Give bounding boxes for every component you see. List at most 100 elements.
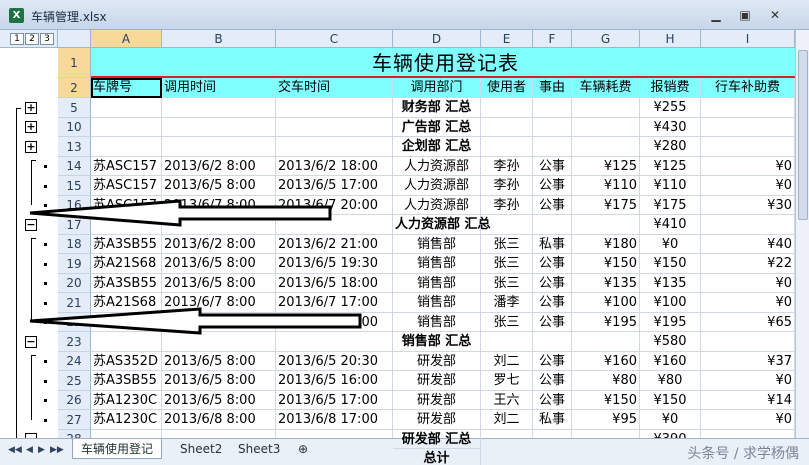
data-cell-F[interactable]: 公事 bbox=[533, 352, 572, 371]
close-button[interactable]: ✕ bbox=[763, 6, 787, 24]
data-cell-A[interactable]: 苏A21S68 bbox=[91, 293, 162, 313]
data-cell-A[interactable]: 苏A1230C bbox=[91, 410, 162, 430]
header-cell-D[interactable]: 调用部门 bbox=[393, 78, 481, 98]
header-cell-H[interactable]: 报销费 bbox=[640, 78, 701, 98]
data-cell-E[interactable]: 王六 bbox=[481, 391, 533, 410]
row-header[interactable]: 13 bbox=[58, 137, 91, 157]
subtotal-cell-B[interactable] bbox=[162, 215, 276, 235]
data-cell-D[interactable]: 销售部 bbox=[393, 293, 481, 313]
sheet-title-cell[interactable]: 车辆使用登记表 bbox=[91, 48, 800, 78]
data-cell-H[interactable]: ¥100 bbox=[640, 293, 701, 313]
row-header[interactable]: 5 bbox=[58, 98, 91, 118]
data-cell-C[interactable]: 2013/6/5 19:30 bbox=[276, 254, 393, 274]
header-cell-G[interactable]: 车辆耗费 bbox=[572, 78, 640, 98]
data-cell-B[interactable]: 2013/6/5 8:00 bbox=[162, 176, 276, 196]
subtotal-cell-D[interactable]: 财务部 汇总 bbox=[393, 98, 481, 118]
data-cell-F[interactable]: 公事 bbox=[533, 157, 572, 176]
data-cell-E[interactable]: 刘二 bbox=[481, 352, 533, 371]
data-cell-A[interactable]: 苏A21S68 bbox=[91, 254, 162, 274]
data-cell-F[interactable]: 公事 bbox=[533, 274, 572, 293]
data-cell-C[interactable]: 2013/6/8 17:00 bbox=[276, 410, 393, 430]
data-cell-B[interactable]: 2013/6/5 8:00 bbox=[162, 254, 276, 274]
data-cell-E[interactable]: 张三 bbox=[481, 274, 533, 293]
data-cell-G[interactable]: ¥180 bbox=[572, 235, 640, 254]
data-cell-H[interactable]: ¥125 bbox=[640, 157, 701, 176]
sheet-tab-1[interactable]: 车辆使用登记 bbox=[72, 439, 163, 459]
data-cell-A[interactable]: 苏ASC157 bbox=[91, 176, 162, 196]
data-cell-G[interactable]: ¥135 bbox=[572, 274, 640, 293]
data-cell-D[interactable]: 人力资源部 bbox=[393, 176, 481, 196]
subtotal-cell-D[interactable]: 研发部 汇总 bbox=[393, 430, 481, 449]
column-header-C[interactable]: C bbox=[276, 30, 393, 48]
data-cell-H[interactable]: ¥175 bbox=[640, 196, 701, 215]
data-cell-H[interactable]: ¥150 bbox=[640, 391, 701, 410]
subtotal-cell-I[interactable] bbox=[701, 118, 795, 137]
data-cell-C[interactable]: 2013/6/7 20:00 bbox=[276, 196, 393, 215]
subtotal-cell-E[interactable] bbox=[481, 98, 533, 118]
data-cell-F[interactable]: 公事 bbox=[533, 371, 572, 391]
subtotal-cell-E[interactable] bbox=[481, 332, 533, 352]
outline-level-3-button[interactable]: 3 bbox=[40, 33, 54, 45]
row-header[interactable]: 25 bbox=[58, 371, 91, 391]
data-cell-I[interactable]: ¥0 bbox=[701, 410, 795, 430]
sheet-tab-2[interactable]: Sheet2 bbox=[172, 439, 230, 459]
data-cell-A[interactable]: 苏A3SB55 bbox=[91, 371, 162, 391]
data-cell-H[interactable]: ¥195 bbox=[640, 313, 701, 332]
data-cell-C[interactable]: 2013/6/5 17:00 bbox=[276, 391, 393, 410]
expand-group-button[interactable]: + bbox=[25, 141, 37, 153]
data-cell-D[interactable]: 研发部 bbox=[393, 352, 481, 371]
column-header-B[interactable]: B bbox=[162, 30, 276, 48]
subtotal-cell-I[interactable] bbox=[701, 215, 795, 235]
data-cell-A[interactable]: 苏A3SB55 bbox=[91, 274, 162, 293]
data-cell-A[interactable]: 苏A3SB55 bbox=[91, 235, 162, 254]
data-cell-D[interactable]: 销售部 bbox=[393, 274, 481, 293]
data-cell-D[interactable]: 销售部 bbox=[393, 313, 481, 332]
data-cell-E[interactable]: 刘二 bbox=[481, 410, 533, 430]
data-cell-G[interactable]: ¥175 bbox=[572, 196, 640, 215]
data-cell-D[interactable]: 研发部 bbox=[393, 371, 481, 391]
subtotal-cell-F[interactable] bbox=[533, 98, 572, 118]
data-cell-E[interactable]: 李孙 bbox=[481, 196, 533, 215]
data-cell-E[interactable]: 张三 bbox=[481, 235, 533, 254]
subtotal-cell-C[interactable] bbox=[276, 98, 393, 118]
data-cell-B[interactable]: 2013/6/8 8:00 bbox=[162, 410, 276, 430]
column-header-E[interactable]: E bbox=[481, 30, 533, 48]
data-cell-H[interactable]: ¥80 bbox=[640, 371, 701, 391]
subtotal-cell-H[interactable]: ¥255 bbox=[640, 98, 701, 118]
subtotal-cell-F[interactable] bbox=[533, 137, 572, 157]
outline-level-2-button[interactable]: 2 bbox=[25, 33, 39, 45]
select-all-corner[interactable] bbox=[58, 30, 91, 48]
last-sheet-nav-icon[interactable]: ▶▶ bbox=[50, 445, 64, 455]
header-cell-B[interactable]: 调用时间 bbox=[162, 78, 276, 98]
data-cell-C[interactable]: 2013/6/5 20:30 bbox=[276, 352, 393, 371]
subtotal-cell-B[interactable] bbox=[162, 98, 276, 118]
data-cell-I[interactable]: ¥40 bbox=[701, 235, 795, 254]
subtotal-cell-I[interactable] bbox=[701, 332, 795, 352]
subtotal-cell-A[interactable] bbox=[91, 118, 162, 137]
column-header-D[interactable]: D bbox=[393, 30, 481, 48]
row-header-1[interactable]: 1 bbox=[58, 48, 91, 78]
column-header-F[interactable]: F bbox=[533, 30, 572, 48]
row-header[interactable]: 21 bbox=[58, 293, 91, 313]
data-cell-G[interactable]: ¥160 bbox=[572, 352, 640, 371]
subtotal-cell-A[interactable] bbox=[91, 332, 162, 352]
data-cell-E[interactable]: 张三 bbox=[481, 313, 533, 332]
subtotal-cell-E[interactable] bbox=[481, 137, 533, 157]
data-cell-H[interactable]: ¥0 bbox=[640, 235, 701, 254]
data-cell-H[interactable]: ¥0 bbox=[640, 410, 701, 430]
data-cell-A[interactable]: 苏A1230C bbox=[91, 391, 162, 410]
subtotal-cell-B[interactable] bbox=[162, 118, 276, 137]
subtotal-cell-D[interactable]: 广告部 汇总 bbox=[393, 118, 481, 137]
data-cell-F[interactable]: 公事 bbox=[533, 176, 572, 196]
data-cell-G[interactable]: ¥100 bbox=[572, 293, 640, 313]
data-cell-I[interactable]: ¥30 bbox=[701, 196, 795, 215]
data-cell-F[interactable]: 私事 bbox=[533, 235, 572, 254]
row-header[interactable]: 14 bbox=[58, 157, 91, 176]
data-cell-H[interactable]: ¥150 bbox=[640, 254, 701, 274]
subtotal-cell-B[interactable] bbox=[162, 137, 276, 157]
subtotal-cell-G[interactable] bbox=[572, 118, 640, 137]
data-cell-I[interactable]: ¥22 bbox=[701, 254, 795, 274]
row-header[interactable]: 18 bbox=[58, 235, 91, 254]
data-cell-B[interactable]: 2013/6/8 8:00 bbox=[162, 313, 276, 332]
data-cell-E[interactable]: 罗七 bbox=[481, 371, 533, 391]
